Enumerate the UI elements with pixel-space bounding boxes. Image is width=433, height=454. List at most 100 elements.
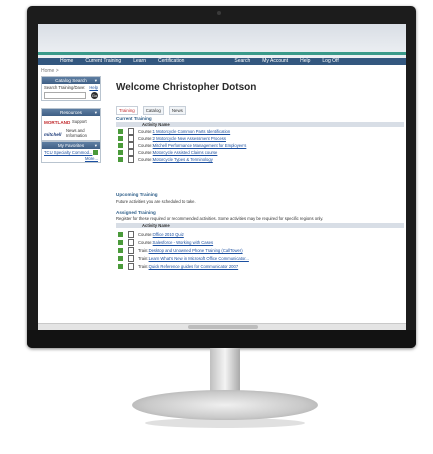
resources-box: Resources ▾ MORTLAND Support mitchell Ne… [41, 108, 101, 141]
mitchell-logo: mitchell [44, 131, 62, 137]
assigned-note: Register for these required or recommend… [116, 216, 324, 221]
launch-icon[interactable] [118, 231, 123, 237]
table-row[interactable]: Train: Learn What's New in Microsoft Off… [116, 254, 404, 262]
favorites-header: My Favorites ▾ [42, 142, 100, 149]
activity-type: Train: [138, 255, 149, 261]
activity-type: Course: [138, 231, 153, 237]
collapse-icon[interactable]: ▾ [95, 142, 97, 149]
activity-type: Course: [138, 135, 153, 141]
course-icon [128, 155, 134, 163]
activity-link[interactable]: 2 Motorcycle New Assessment Process [153, 136, 226, 141]
favorites-box: My Favorites ▾ TCU Specialty Commod... M… [41, 141, 101, 163]
activity-link[interactable]: Salesforce - Working with Cases [153, 240, 213, 245]
collapse-icon[interactable]: ▾ [95, 77, 97, 84]
resource-label: News and Information [66, 128, 87, 138]
nav-help[interactable]: Help [300, 58, 310, 65]
resource-item-news[interactable]: mitchell News and Information [42, 128, 100, 140]
mortland-logo: MORTLAND [44, 119, 71, 125]
horizontal-scrollbar[interactable] [38, 323, 406, 330]
tab-news[interactable]: News [168, 106, 186, 115]
table-row[interactable]: Course: 2 Motorcycle New Assessment Proc… [116, 134, 404, 142]
assigned-training-title: Assigned Training [116, 210, 156, 215]
nav-log-off[interactable]: Log Off [322, 58, 338, 65]
nav-current-training[interactable]: Current Training [85, 58, 121, 65]
webcam [217, 11, 221, 15]
nav-my-account[interactable]: My Account [262, 58, 288, 65]
table-row[interactable]: Train: Desktop and Unowned Phone Trainin… [116, 246, 404, 254]
course-icon [128, 238, 134, 246]
favorites-more-link[interactable]: More... [42, 156, 100, 162]
resources-header: Resources ▾ [42, 109, 100, 116]
nav-search[interactable]: Search [234, 58, 250, 65]
launch-icon[interactable] [118, 135, 123, 141]
catalog-search-title: Catalog Search [55, 78, 87, 83]
assigned-training-header: Activity Name [116, 223, 404, 228]
launch-icon[interactable] [118, 239, 123, 245]
activity-type: Course: [138, 128, 153, 134]
nav-learn[interactable]: Learn [133, 58, 146, 65]
launch-icon[interactable] [118, 263, 123, 269]
table-row[interactable]: Train: Quick Reference guides for Commun… [116, 262, 404, 270]
header-stripe [38, 52, 406, 55]
launch-icon[interactable] [118, 247, 123, 253]
resource-label: Support [72, 118, 87, 124]
launch-icon[interactable] [118, 149, 123, 155]
resource-item-support[interactable]: MORTLAND Support [42, 116, 100, 128]
monitor-stand-base [132, 390, 318, 420]
screen: Home Current Training Learn Certificatio… [38, 24, 406, 335]
catalog-search-input[interactable] [44, 92, 86, 99]
activity-link[interactable]: Motorcycle Types & Terminology [153, 157, 213, 162]
launch-icon[interactable] [118, 142, 123, 148]
breadcrumb[interactable]: Home > [41, 68, 59, 74]
current-training-header: Activity Name [116, 122, 404, 127]
table-row[interactable]: Course: Salesforce - Working with Cases [116, 238, 404, 246]
table-row[interactable]: Course: Motorcycle Assisted Claims cours… [116, 148, 404, 156]
catalog-search-box: Catalog Search ▾ Search Training/Dave: H… [41, 76, 101, 101]
column-header: Activity Name [142, 122, 170, 127]
monitor-stand-neck [210, 348, 240, 393]
launch-icon[interactable] [93, 150, 98, 155]
nav-home[interactable]: Home [60, 58, 73, 65]
training-icon [128, 262, 134, 270]
course-icon [128, 230, 134, 238]
activity-link[interactable]: Desktop and Unowned Phone Training (Call… [149, 248, 243, 253]
activity-type: Train: [138, 263, 149, 269]
go-button[interactable]: Go [91, 92, 98, 99]
monitor-chin [27, 330, 416, 348]
course-icon [128, 134, 134, 142]
upcoming-note: Future activities you are scheduled to t… [116, 199, 196, 204]
resources-title: Resources [60, 110, 82, 115]
launch-icon[interactable] [118, 156, 123, 162]
activity-link[interactable]: Motorcycle Assisted Claims course [153, 150, 218, 155]
nav-certification[interactable]: Certification [158, 58, 184, 65]
favorite-item-label: TCU Specialty Commod... [44, 150, 93, 155]
tab-training[interactable]: Training [116, 106, 138, 115]
launch-icon[interactable] [118, 128, 123, 134]
current-training-title: Current Training [116, 116, 152, 121]
catalog-go-row: Go [42, 91, 100, 100]
activity-link[interactable]: Quick Reference guides for Communicator … [149, 264, 239, 269]
collapse-icon[interactable]: ▾ [95, 109, 97, 116]
tab-catalog[interactable]: Catalog [142, 106, 164, 115]
activity-type: Course: [138, 239, 153, 245]
table-row[interactable]: Course: Office 2010 Quiz [116, 230, 404, 238]
catalog-search-label: Search Training/Dave: [44, 85, 86, 90]
table-row[interactable]: Course: Mitchell Performance Management … [116, 141, 404, 149]
table-row[interactable]: Course: 1 Motorcycle Common Parts Identi… [116, 127, 404, 135]
catalog-help-link[interactable]: Help [89, 85, 98, 90]
activity-link[interactable]: Office 2010 Quiz [153, 232, 184, 237]
monitor-bezel: Home Current Training Learn Certificatio… [27, 6, 416, 348]
table-row[interactable]: Course: Motorcycle Types & Terminology [116, 155, 404, 163]
top-nav: Home Current Training Learn Certificatio… [38, 58, 406, 65]
favorite-item[interactable]: TCU Specialty Commod... [42, 149, 100, 156]
training-icon [128, 246, 134, 254]
scrollbar-thumb[interactable] [188, 325, 258, 329]
activity-type: Train: [138, 247, 149, 253]
activity-link[interactable]: Learn What's New in Microsoft Office Com… [149, 256, 249, 261]
course-icon [128, 141, 134, 149]
launch-icon[interactable] [118, 255, 123, 261]
course-icon [128, 127, 134, 135]
activity-link[interactable]: 1 Motorcycle Common Parts Identification [153, 129, 231, 134]
activity-link[interactable]: Mitchell Performance Management for Empl… [153, 143, 247, 148]
upcoming-training-title: Upcoming Training [116, 192, 158, 197]
